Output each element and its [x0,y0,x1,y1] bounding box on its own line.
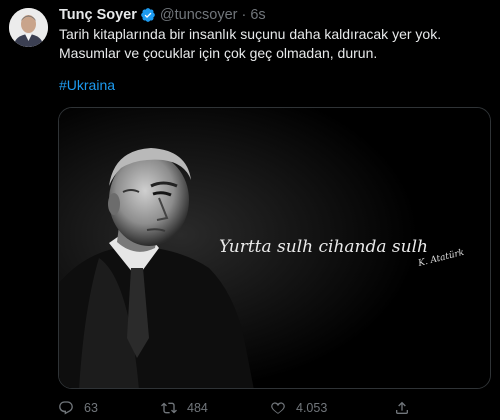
reply-icon [59,401,73,415]
retweet-icon [161,402,177,414]
reply-count: 63 [84,401,98,415]
share-icon [396,401,408,414]
separator-dot: · [241,7,247,23]
author-handle[interactable]: @tuncsoyer [160,7,238,23]
share-button[interactable] [394,400,410,416]
avatar[interactable] [9,8,48,47]
verified-badge-icon [140,7,156,23]
tweet-media-image[interactable]: Yurtta sulh cihanda sulh K. Atatürk [58,107,491,389]
tweet-header: Tunç Soyer @tuncsoyer · 6s [59,5,266,25]
author-name[interactable]: Tunç Soyer [59,7,137,23]
media-quote-text: Yurtta sulh cihanda sulh [219,237,428,257]
retweet-button[interactable]: 484 [161,400,208,416]
avatar-image [9,8,48,47]
like-button[interactable]: 4.053 [270,400,327,416]
tweet-timestamp[interactable]: 6s [250,7,265,23]
tweet-text: Tarih kitaplarında bir insanlık suçunu d… [59,26,442,61]
retweet-count: 484 [187,401,208,415]
like-count: 4.053 [296,401,328,415]
tweet-actions: 63 484 4.053 [58,398,488,418]
portrait-image: Yurtta sulh cihanda sulh K. Atatürk [59,108,490,388]
heart-icon [271,402,285,414]
tweet[interactable]: Tunç Soyer @tuncsoyer · 6s Tarih kitapla… [0,0,500,420]
hashtag-link[interactable]: #Ukraina [59,76,115,95]
reply-button[interactable]: 63 [58,400,98,416]
